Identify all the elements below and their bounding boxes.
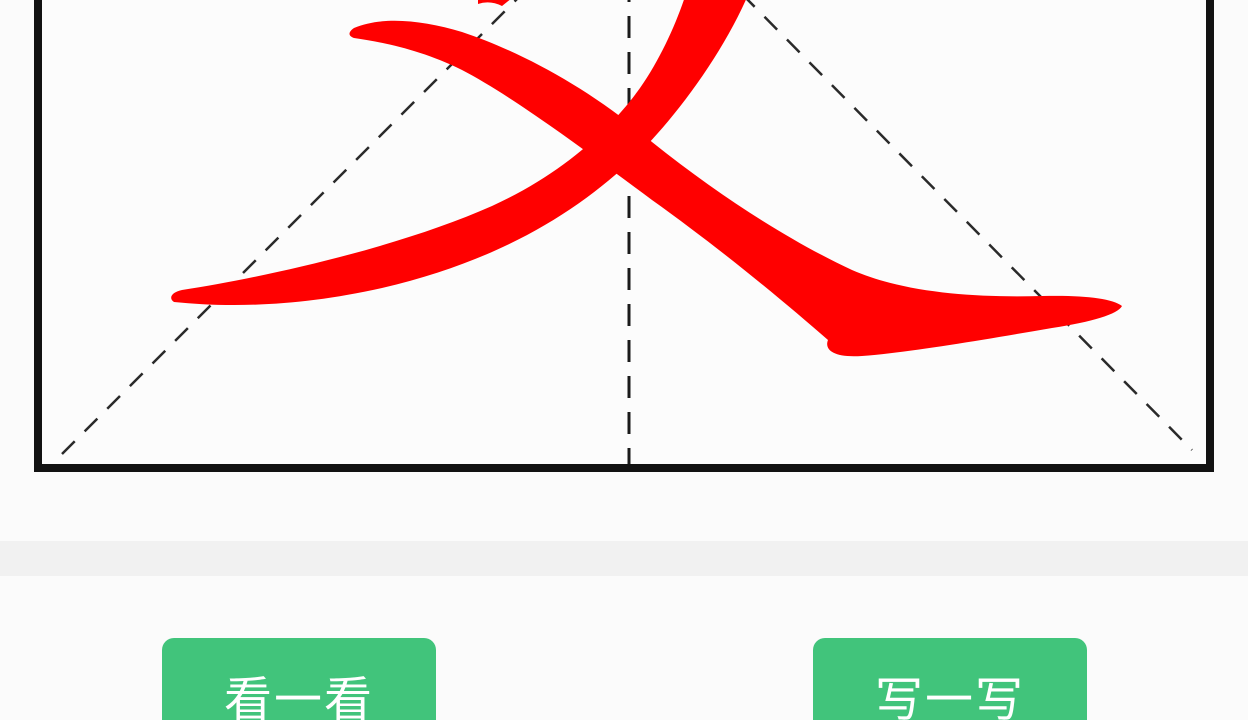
section-divider	[0, 541, 1248, 576]
look-button[interactable]: 看一看	[162, 638, 436, 720]
dot-stroke	[478, 0, 510, 6]
character-practice-screen: 看一看 写一写	[0, 0, 1248, 720]
character-canvas	[61, 0, 1193, 464]
write-button[interactable]: 写一写	[813, 638, 1087, 720]
right-falling-stroke	[349, 20, 1122, 357]
character-strokes	[171, 0, 1122, 357]
right-diagonal-guide-line	[746, 0, 1193, 451]
tian-zi-grid	[34, 0, 1214, 472]
